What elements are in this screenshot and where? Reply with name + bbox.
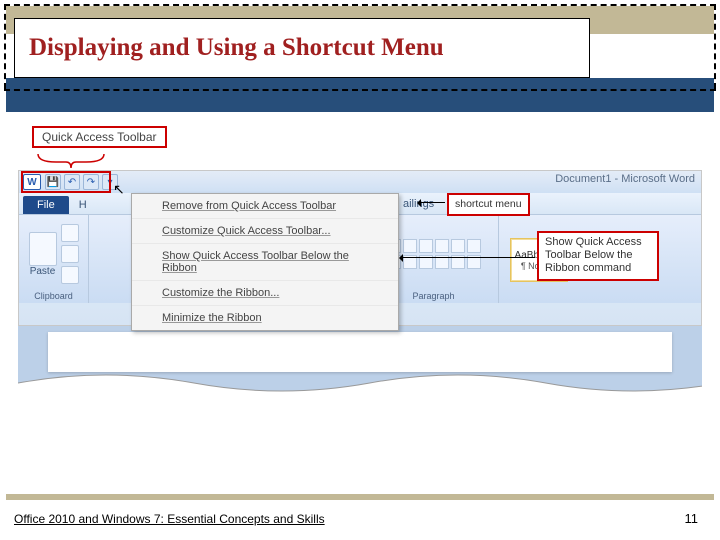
paragraph-group-label: Paragraph: [412, 291, 454, 301]
paste-icon: [29, 232, 57, 266]
clipboard-group: Paste Clipboard: [19, 215, 89, 303]
paste-label: Paste: [30, 266, 56, 277]
home-tab-fragment[interactable]: H: [73, 196, 93, 214]
copy-icon[interactable]: [61, 245, 79, 263]
word-ribbon: W 💾 ↶ ↷ ▾ ↖ Document1 - Microsoft Word F…: [18, 170, 702, 326]
menu-show-qat-below[interactable]: Show Quick Access Toolbar Below the Ribb…: [132, 244, 398, 281]
slide-title-box: Displaying and Using a Shortcut Menu: [14, 18, 590, 78]
show-below-callout: Show Quick Access Toolbar Below the Ribb…: [537, 231, 659, 281]
content-area: Quick Access Toolbar W 💾 ↶ ↷ ▾ ↖ Documen…: [6, 112, 714, 490]
format-painter-icon[interactable]: [61, 266, 79, 284]
quick-access-toolbar[interactable]: 💾 ↶ ↷ ▾: [45, 174, 118, 190]
clipboard-group-label: Clipboard: [34, 291, 73, 301]
document-area: [18, 326, 702, 396]
undo-icon[interactable]: ↶: [64, 174, 80, 190]
save-icon[interactable]: 💾: [45, 174, 61, 190]
document-page: [48, 332, 672, 372]
slide-title: Displaying and Using a Shortcut Menu: [29, 34, 444, 62]
page-cut-wave: [18, 371, 702, 397]
menu-customize-qat[interactable]: Customize Quick Access Toolbar...: [132, 219, 398, 244]
cut-icon[interactable]: [61, 224, 79, 242]
word-icon: W: [23, 174, 41, 190]
blue-band: [6, 78, 714, 112]
menu-minimize-ribbon[interactable]: Minimize the Ribbon: [132, 306, 398, 330]
menu-remove-qat[interactable]: Remove from Quick Access Toolbar: [132, 194, 398, 219]
footer-text: Office 2010 and Windows 7: Essential Con…: [14, 512, 325, 526]
menu-customize-ribbon[interactable]: Customize the Ribbon...: [132, 281, 398, 306]
qat-callout-label: Quick Access Toolbar: [32, 126, 167, 148]
figure: Quick Access Toolbar W 💾 ↶ ↷ ▾ ↖ Documen…: [18, 126, 702, 366]
paste-button[interactable]: Paste: [29, 232, 57, 277]
file-tab[interactable]: File: [23, 196, 69, 214]
shortcut-menu[interactable]: Remove from Quick Access Toolbar Customi…: [131, 193, 399, 331]
arrow-show-below: [401, 257, 535, 258]
titlebar: W 💾 ↶ ↷ ▾ ↖ Document1 - Microsoft Word: [19, 171, 701, 193]
document-title: Document1 - Microsoft Word: [555, 173, 695, 185]
page-number: 11: [685, 511, 699, 526]
arrow-shortcut-menu: [419, 202, 445, 203]
shortcut-menu-callout: shortcut menu: [447, 193, 530, 216]
redo-icon[interactable]: ↷: [83, 174, 99, 190]
qat-brace: [36, 152, 106, 170]
qat-dropdown-icon[interactable]: ▾: [102, 174, 118, 190]
